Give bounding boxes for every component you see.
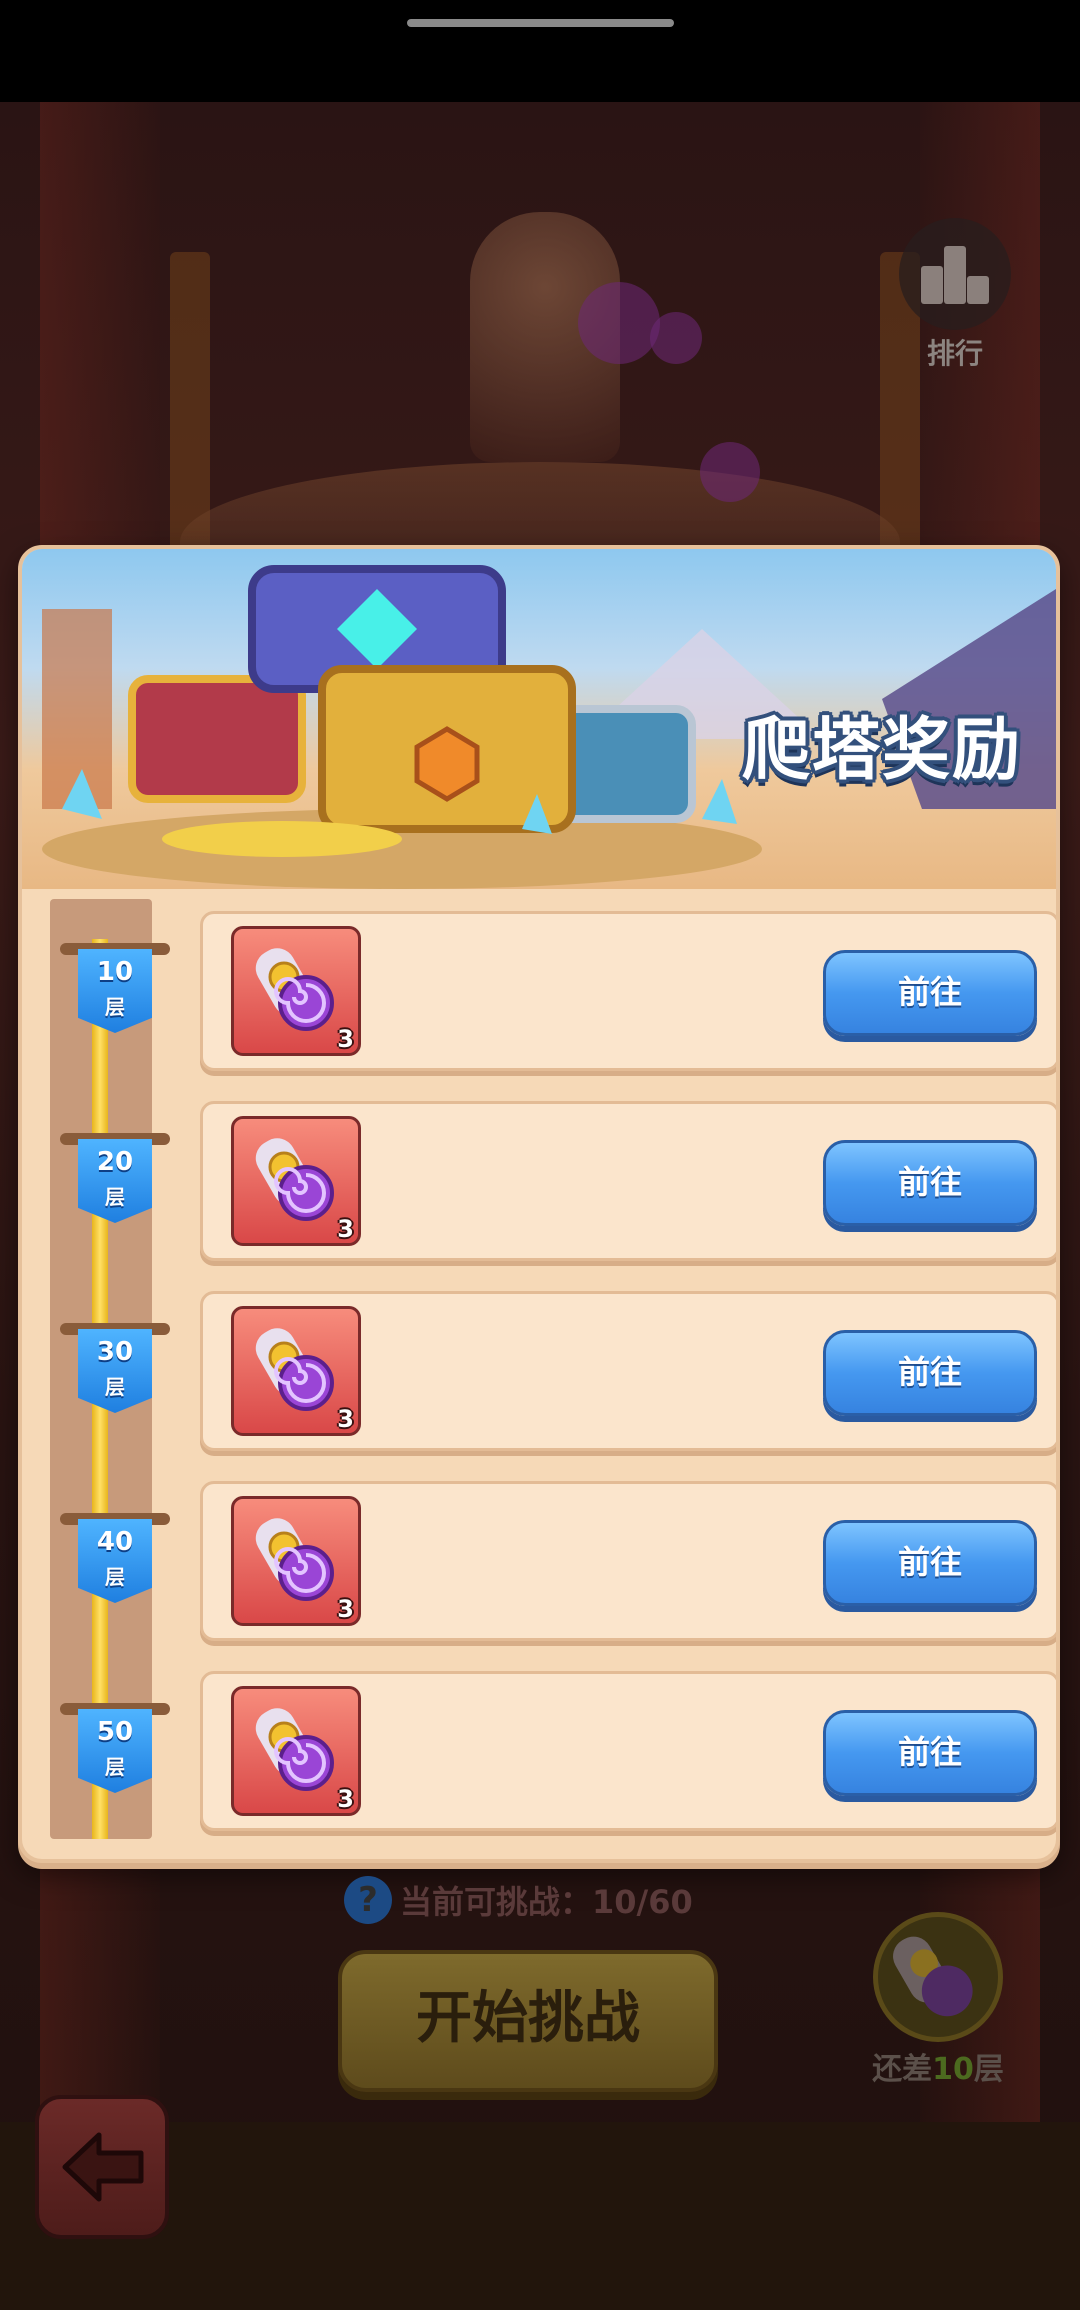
reward-item[interactable]: 3 — [231, 926, 361, 1056]
reward-item[interactable]: 3 — [231, 1116, 361, 1246]
rank-button[interactable]: 排行 — [895, 218, 1015, 370]
reward-count: 3 — [337, 1595, 354, 1623]
scroll-icon — [255, 1328, 334, 1411]
reward-count: 3 — [337, 1215, 354, 1243]
question-icon[interactable]: ? — [344, 1876, 392, 1924]
reward-banner: 爬塔奖励 — [22, 549, 1056, 889]
scroll-icon — [255, 1518, 334, 1601]
go-button[interactable]: 前往 — [823, 1140, 1037, 1226]
reward-row: 3 前往 — [200, 1671, 1056, 1831]
home-indicator — [407, 19, 674, 27]
next-reward: 还差10层 — [858, 1912, 1018, 2092]
purple-orb — [650, 312, 702, 364]
go-button[interactable]: 前往 — [823, 1710, 1037, 1796]
floor-flag: 50 层 — [60, 1699, 170, 1799]
rank-label: 排行 — [926, 337, 983, 370]
reward-row: 3 前往 — [200, 1291, 1056, 1451]
go-button[interactable]: 前往 — [823, 950, 1037, 1036]
scroll-icon — [255, 948, 334, 1031]
status-bar — [0, 0, 1080, 102]
floor-flag: 40 层 — [60, 1509, 170, 1609]
floor-number: 30 — [96, 1337, 134, 1367]
floor-unit: 层 — [105, 1565, 125, 1589]
floor-number: 10 — [96, 957, 134, 987]
podium-icon — [899, 218, 1011, 330]
floor-unit: 层 — [105, 1375, 125, 1399]
purple-orb — [578, 282, 660, 364]
arrow-left-icon — [62, 2132, 144, 2202]
floor-number: 40 — [96, 1527, 134, 1557]
floor-flag: 30 层 — [60, 1319, 170, 1419]
challenge-status: ? 当前可挑战：10/60 — [344, 1872, 693, 1928]
floor-unit: 层 — [105, 995, 125, 1019]
tower-reward-dialog: 爬塔奖励 10 层 3 前往 20 层 3 前往 30 层 3 前往 40 层 … — [18, 545, 1060, 1863]
remaining-floors-label: 还差10层 — [872, 2052, 1004, 2087]
go-button[interactable]: 前往 — [823, 1330, 1037, 1416]
floor-unit: 层 — [105, 1185, 125, 1209]
purple-orb — [700, 442, 760, 502]
floor-number: 50 — [96, 1717, 134, 1747]
scroll-icon — [255, 1708, 334, 1791]
scroll-icon — [255, 1138, 334, 1221]
reward-count: 3 — [337, 1025, 354, 1053]
reward-row: 3 前往 — [200, 1101, 1056, 1261]
floor-number: 20 — [96, 1147, 134, 1177]
reward-item[interactable]: 3 — [231, 1496, 361, 1626]
reward-row: 3 前往 — [200, 1481, 1056, 1641]
floor-flag: 10 层 — [60, 939, 170, 1039]
reward-count: 3 — [337, 1405, 354, 1433]
start-challenge-button[interactable]: 开始挑战 — [338, 1950, 718, 2092]
reward-count: 3 — [337, 1785, 354, 1813]
next-reward-button[interactable] — [873, 1912, 1003, 2042]
go-button[interactable]: 前往 — [823, 1520, 1037, 1606]
floor-flag: 20 层 — [60, 1129, 170, 1229]
floor-unit: 层 — [105, 1755, 125, 1779]
dialog-title: 爬塔奖励 — [742, 711, 1023, 790]
reward-row: 3 前往 — [200, 911, 1056, 1071]
reward-item[interactable]: 3 — [231, 1686, 361, 1816]
challenge-label: 当前可挑战：10/60 — [400, 1883, 693, 1921]
reward-item[interactable]: 3 — [231, 1306, 361, 1436]
scroll-icon — [893, 1936, 973, 2017]
back-button[interactable] — [35, 2095, 169, 2239]
